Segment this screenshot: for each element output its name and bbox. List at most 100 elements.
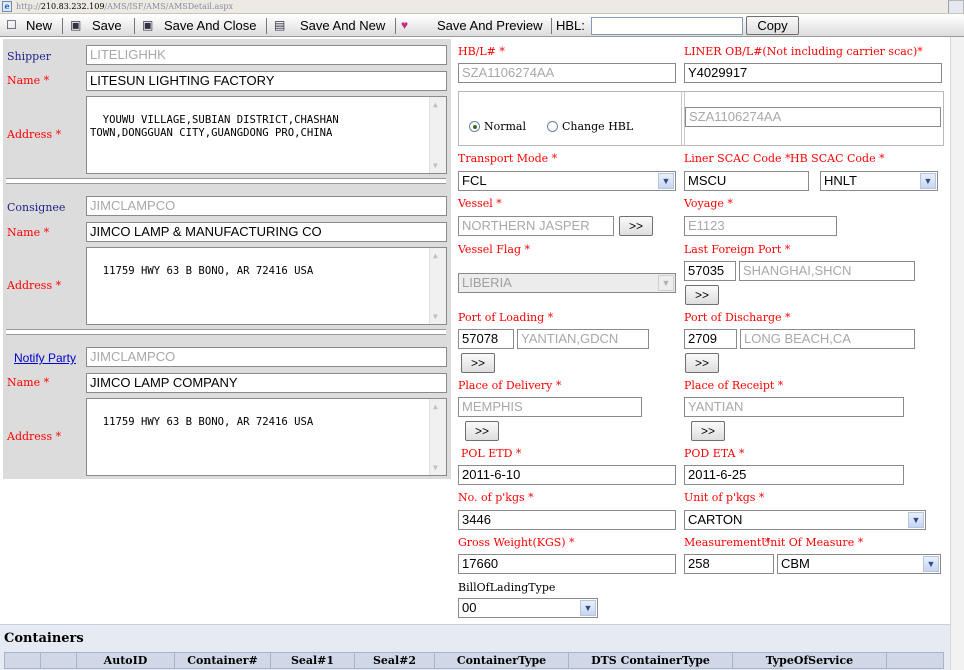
normal-radio-label: Normal [484,120,527,133]
shipper-code-field[interactable]: LITELIGHHK [86,45,447,65]
liner-obl-field[interactable]: Y4029917 [684,63,942,83]
bill-of-lading-type-select[interactable]: 00 ▼ [458,598,598,618]
port-of-loading-code-field[interactable]: 57078 [458,329,514,349]
save-button[interactable]: ▣ Save [66,15,128,36]
vessel-field[interactable]: NORTHERN JASPER [458,216,614,236]
column-header-seal1[interactable]: Seal#1 [271,653,355,668]
column-header-type-of-service[interactable]: TypeOfService [733,653,887,668]
copy-button[interactable]: Copy [746,16,799,35]
change-hbl-radio-label: Change HBL [562,120,634,133]
textarea-scrollbar[interactable] [429,97,446,173]
column-header-seal2[interactable]: Seal#2 [355,653,435,668]
pod-eta-label: POD ETA * [684,447,745,460]
last-foreign-port-field[interactable]: SHANGHAI,SHCN [739,261,915,281]
new-doc-icon: ☐ [6,18,17,32]
change-hbl-radio[interactable] [547,121,558,132]
notify-address-textarea[interactable]: 11759 HWY 63 B BONO, AR 72416 USA [86,398,447,476]
voyage-label: Voyage * [684,197,733,210]
last-foreign-port-code-field[interactable]: 57035 [684,261,736,281]
column-header-container[interactable]: Container# [175,653,271,668]
change-hbl-field[interactable]: SZA1106274AA [685,107,941,127]
save-and-close-button[interactable]: ▣ Save And Close [138,15,262,36]
port-of-loading-label: Port of Loading * [458,311,554,324]
shipper-address-textarea[interactable]: YOUWU VILLAGE,SUBIAN DISTRICT,CHASHAN TO… [86,96,447,174]
normal-radio[interactable] [469,121,480,132]
column-header-dts-container-type[interactable]: DTS ContainerType [569,653,733,668]
notify-code-field[interactable]: JIMCLAMPCO [86,347,447,367]
delivery-lookup-button[interactable]: >> [465,421,499,441]
vessel-flag-select[interactable]: LIBERIA ▼ [458,273,676,293]
column-header-autoid[interactable]: AutoID [77,653,175,668]
textarea-scrollbar[interactable] [429,399,446,475]
vessel-lookup-button[interactable]: >> [619,216,653,236]
save-new-icon: ▤ [274,18,286,32]
notify-name-field[interactable]: JIMCO LAMP COMPANY [86,373,447,393]
notify-name-label: Name * [7,376,50,389]
containers-section: Containers AutoID Container# Seal#1 Seal… [0,624,950,670]
chevron-down-icon[interactable]: ▼ [923,556,939,572]
shipper-name-label: Name * [7,74,50,87]
shipper-address-text: YOUWU VILLAGE,SUBIAN DISTRICT,CHASHAN TO… [90,113,339,140]
pol-etd-field[interactable]: 2011-6-10 [458,465,676,485]
address-bar[interactable]: e http://210.83.232.109/AMS/ISF/AMS/AMSD… [0,0,964,14]
textarea-scrollbar[interactable] [429,248,446,324]
chevron-down-icon[interactable]: ▼ [658,275,674,291]
port-of-discharge-field[interactable]: LONG BEACH,CA [740,329,915,349]
gross-weight-field[interactable]: 17660 [458,554,676,574]
url-text: http://210.83.232.109/AMS/ISF/AMS/AMSDet… [16,2,234,11]
new-button[interactable]: ☐ New [2,15,56,36]
hbl-input[interactable] [591,17,743,35]
go-icon[interactable] [948,0,964,13]
last-port-lookup-button[interactable]: >> [685,285,719,305]
consignee-address-textarea[interactable]: 11759 HWY 63 B BONO, AR 72416 USA [86,247,447,325]
pod-lookup-button[interactable]: >> [685,353,719,373]
preview-heart-icon: ♥ [401,18,409,32]
toolbar-separator [134,18,135,34]
save-preview-label: Save And Preview [437,18,543,33]
chevron-down-icon[interactable]: ▼ [908,512,924,528]
transport-mode-value: FCL [462,173,487,188]
pod-eta-field[interactable]: 2011-6-25 [684,465,904,485]
notify-party-link[interactable]: Notify Party [14,351,76,365]
save-and-new-button[interactable]: ▤ Save And New [270,15,390,36]
hb-scac-value: HNLT [824,173,857,188]
measurement-field[interactable]: 258 [684,554,774,574]
receipt-lookup-button[interactable]: >> [691,421,725,441]
shipper-name-field[interactable]: LITESUN LIGHTING FACTORY [86,71,447,91]
port-of-discharge-label: Port of Discharge * [684,311,791,324]
port-of-loading-field[interactable]: YANTIAN,GDCN [517,329,649,349]
save-label: Save [92,18,122,33]
place-of-delivery-field[interactable]: MEMPHIS [458,397,642,417]
save-and-preview-button[interactable]: ♥ Save And Preview [399,15,545,36]
port-of-discharge-code-field[interactable]: 2709 [684,329,737,349]
transport-mode-select[interactable]: FCL ▼ [458,171,676,191]
vessel-flag-value: LIBERIA [462,275,512,290]
page-scrollbar[interactable] [950,37,964,670]
place-of-receipt-label: Place of Receipt * [684,379,784,392]
column-header[interactable] [5,653,41,668]
hbl-number-field[interactable]: SZA1106274AA [458,63,676,83]
new-label: New [26,18,53,33]
column-header[interactable] [41,653,77,668]
unit-of-measure-select[interactable]: CBM ▼ [777,554,941,574]
liner-scac-field[interactable]: MSCU [684,171,809,191]
chevron-down-icon[interactable]: ▼ [658,173,674,189]
consignee-code-field[interactable]: JIMCLAMPCO [86,196,447,216]
bill-of-lading-type-label: BillOfLadingType [458,581,556,594]
unit-of-packages-select[interactable]: CARTON ▼ [684,510,926,530]
voyage-field[interactable]: E1123 [684,216,837,236]
hb-scac-select[interactable]: HNLT ▼ [820,171,938,191]
chevron-down-icon[interactable]: ▼ [920,173,936,189]
shipper-address-label: Address * [7,128,62,141]
chevron-down-icon[interactable]: ▼ [580,600,596,616]
column-header-container-type[interactable]: ContainerType [435,653,569,668]
toolbar-separator [551,18,552,34]
place-of-receipt-field[interactable]: YANTIAN [684,397,904,417]
consignee-name-label: Name * [7,226,50,239]
bill-of-lading-type-value: 00 [462,600,477,615]
packages-field[interactable]: 3446 [458,510,676,530]
pol-lookup-button[interactable]: >> [461,353,495,373]
measurement-label: Measurement * [684,536,771,549]
save-new-label: Save And New [300,18,386,33]
consignee-name-field[interactable]: JIMCO LAMP & MANUFACTURING CO [86,222,447,242]
